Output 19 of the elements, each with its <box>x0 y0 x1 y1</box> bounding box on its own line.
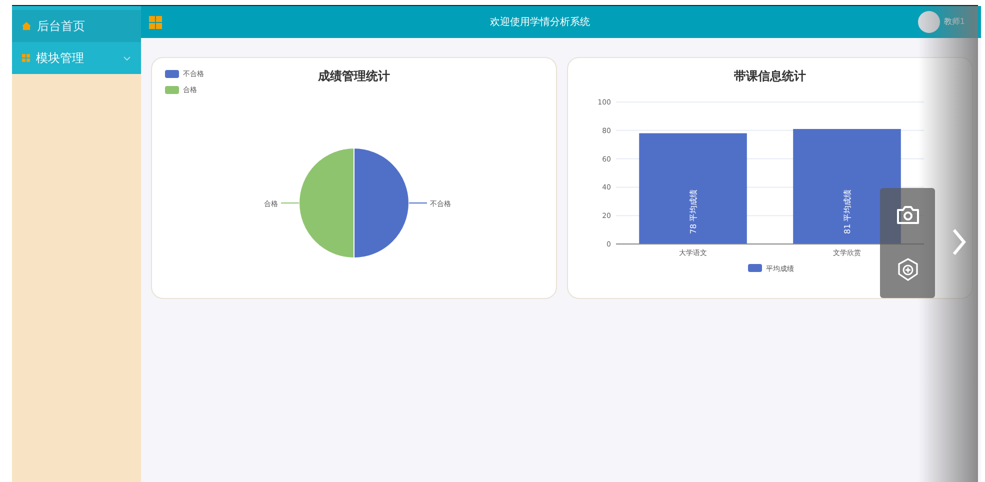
legend-swatch[interactable] <box>748 264 762 272</box>
bar-value-label: 78 平均成绩 <box>689 189 698 234</box>
grid-icon <box>22 54 30 62</box>
bar[interactable] <box>639 133 747 244</box>
avatar[interactable] <box>918 11 940 33</box>
header-title: 欢迎使用学情分析系统 <box>490 16 590 30</box>
leader-line <box>408 202 428 204</box>
chevron-right-icon[interactable] <box>952 228 966 256</box>
chevron-down-icon <box>123 56 131 62</box>
legend-swatch[interactable] <box>165 86 179 94</box>
grid-icon[interactable] <box>149 16 162 28</box>
hexagon-plus-icon[interactable] <box>896 258 918 282</box>
home-icon <box>22 22 31 30</box>
legend-swatch[interactable] <box>165 70 179 78</box>
bar-value-label: 81 平均成绩 <box>843 189 852 234</box>
chart-title: 带课信息统计 <box>734 68 806 85</box>
chart-title: 成绩管理统计 <box>318 68 390 85</box>
camera-icon[interactable] <box>896 204 920 224</box>
leader-line <box>280 202 300 204</box>
